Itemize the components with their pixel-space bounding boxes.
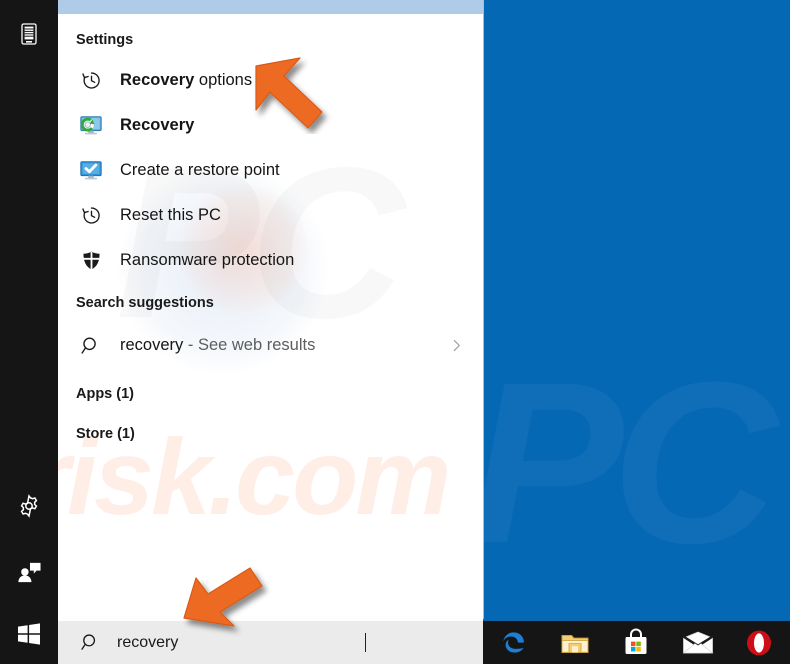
recovery-monitor-icon [76,111,106,141]
start-search-panel: PC risk.com Settings Recovery options Re… [58,0,484,664]
search-icon [76,331,106,361]
file-explorer-icon[interactable] [555,623,595,663]
edge-icon[interactable] [494,623,534,663]
microsoft-store-icon[interactable] [616,623,656,663]
section-header-settings: Settings [76,32,134,48]
result-row-reset-this-pc[interactable]: Reset this PC [58,193,483,238]
result-label: Recovery options [120,71,252,90]
section-header-apps[interactable]: Apps (1) [58,374,483,414]
search-results-list: PC risk.com Settings Recovery options Re… [58,14,483,621]
gear-icon[interactable] [0,482,58,530]
start-button-icon[interactable] [0,610,58,658]
section-header-store[interactable]: Store (1) [58,414,483,454]
result-label-rest: Ransomware protection [120,251,295,269]
search-icon [80,632,101,653]
start-menu-left-rail [0,0,58,664]
result-label-bold: Recovery [120,116,195,134]
result-row-web-suggestion[interactable]: recovery - See web results [58,323,483,368]
people-icon[interactable] [0,548,58,596]
search-input[interactable] [117,633,367,652]
desktop-watermark: PC [470,330,777,595]
history-clock-icon [76,66,106,96]
web-suggestion-query: recovery [120,336,184,354]
result-label: recovery - See web results [120,336,315,355]
result-label: Create a restore point [120,161,280,180]
result-row-create-restore-point[interactable]: Create a restore point [58,148,483,193]
result-row-recovery-options[interactable]: Recovery options [58,58,483,103]
mail-icon[interactable] [678,623,718,663]
result-label-rest: Reset this PC [120,206,221,224]
result-label-bold: Recovery [120,71,195,89]
restore-point-monitor-icon [76,156,106,186]
history-clock-icon [76,201,106,231]
result-row-ransomware-protection[interactable]: Ransomware protection [58,238,483,283]
shield-icon [76,246,106,276]
chevron-right-icon[interactable] [448,337,465,354]
taskbar-search-bar[interactable] [58,621,484,664]
result-label-rest: options [194,71,253,89]
section-header-search-suggestions: Search suggestions [76,295,214,311]
result-label-rest: Create a restore point [120,161,280,179]
taskbar-bottom [483,619,790,664]
text-caret [365,633,366,652]
result-label: Reset this PC [120,206,221,225]
expand-menu-icon[interactable] [0,10,58,58]
result-label: Ransomware protection [120,251,294,270]
web-suggestion-suffix: - See web results [183,336,316,354]
panel-top-strip [58,0,483,14]
result-label: Recovery [120,116,194,135]
result-row-recovery[interactable]: Recovery [58,103,483,148]
opera-icon[interactable] [739,623,779,663]
